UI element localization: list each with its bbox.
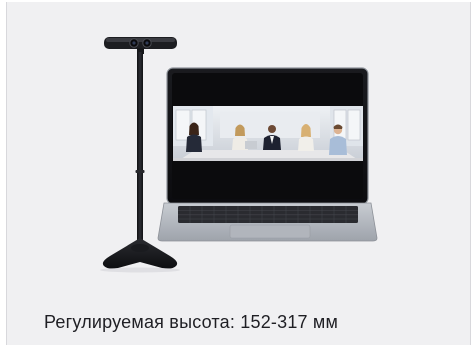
laptop-keyboard-deck bbox=[157, 202, 378, 242]
camera-bar bbox=[104, 37, 177, 54]
video-call-screen bbox=[173, 106, 363, 161]
adjustable-height-caption: Регулируемая высота: 152-317 мм bbox=[44, 312, 339, 332]
laptop bbox=[157, 67, 378, 242]
trackpad bbox=[229, 224, 311, 239]
product-illustration bbox=[100, 37, 378, 273]
stand-base bbox=[100, 238, 180, 273]
stand-pole bbox=[137, 52, 143, 243]
